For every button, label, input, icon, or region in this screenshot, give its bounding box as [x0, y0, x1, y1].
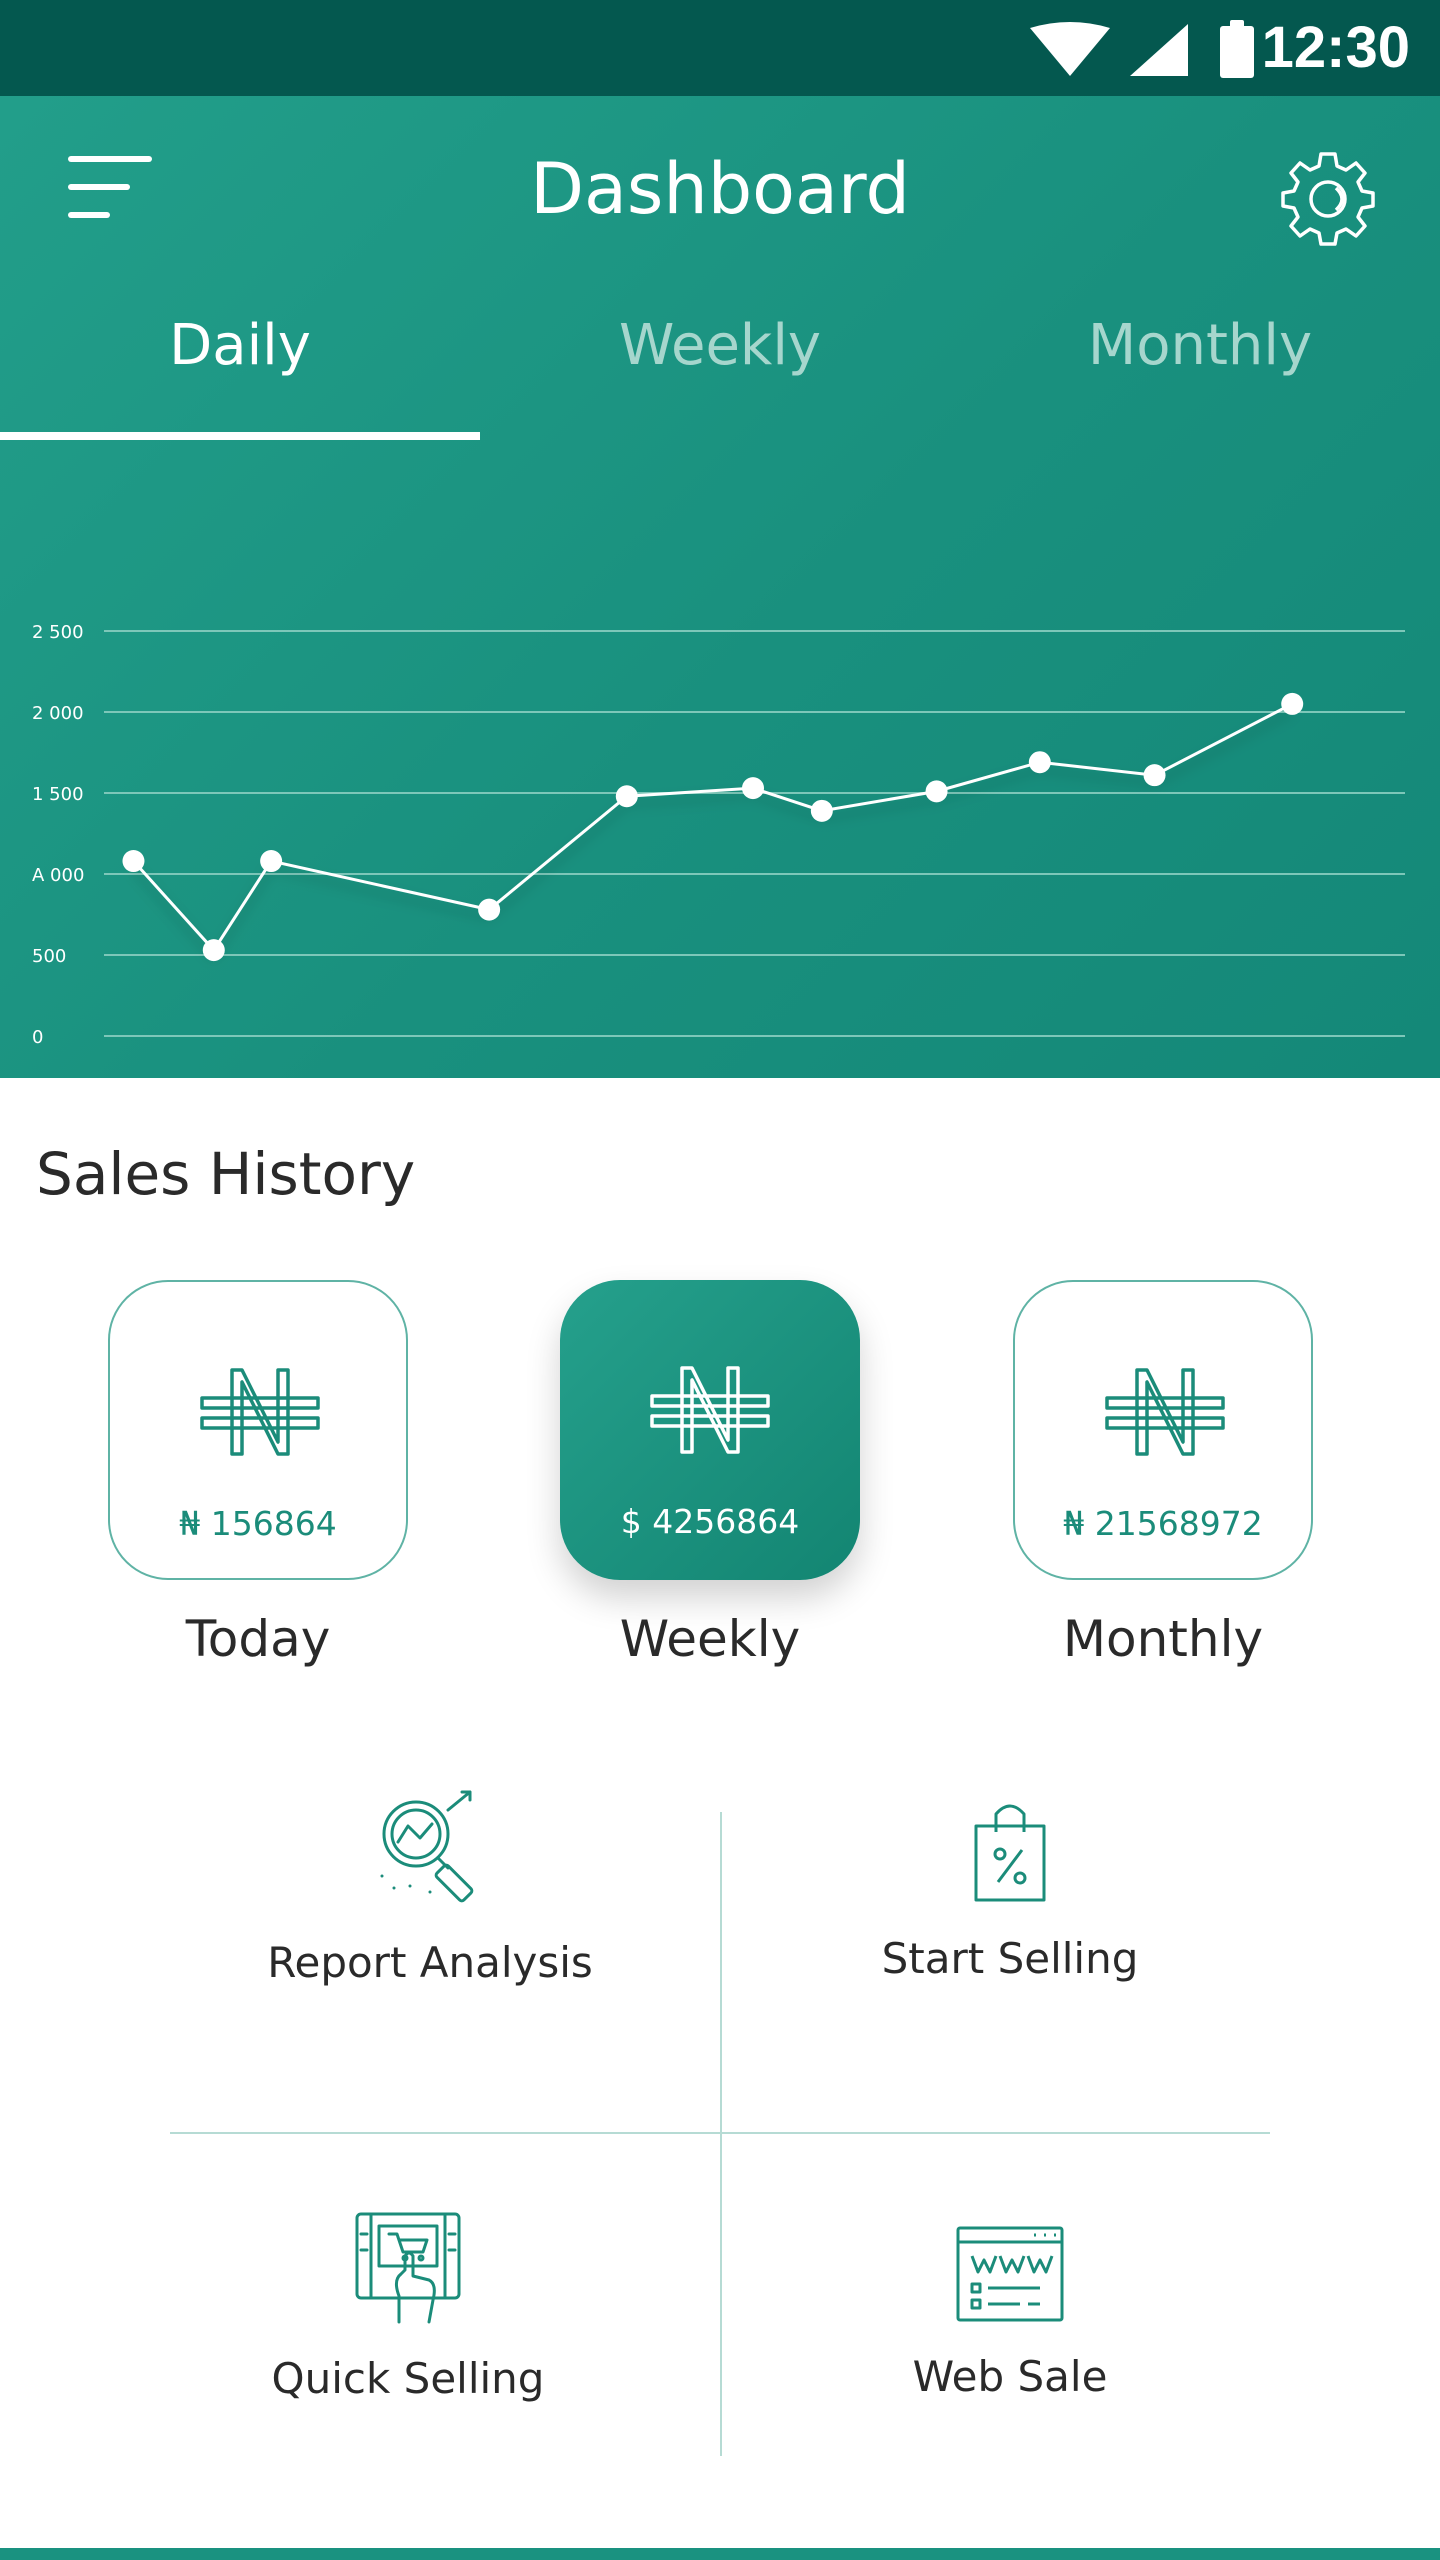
chart-x-tick-label: Jun [677, 1080, 712, 1104]
sales-card-today[interactable]: ₦ 156864 [108, 1280, 408, 1580]
tab-monthly[interactable]: Monthly [960, 296, 1440, 440]
report-analysis-button[interactable]: Report Analysis [230, 1790, 630, 1987]
chart-data-point[interactable] [925, 780, 948, 803]
web-browser-icon [956, 2226, 1064, 2322]
chart-y-tick-label: A 000 [32, 865, 84, 886]
chart-y-tick-label: 500 [32, 946, 66, 967]
sales-line-chart: 0 500 A 000 1 500 2 000 2 500 Jan Feb Mar Apr May J… [32, 622, 1405, 1104]
status-icons [1030, 20, 1254, 78]
chart-y-tick-label: 0 [32, 1027, 43, 1048]
period-tabs: Daily Weekly Monthly [0, 296, 1440, 440]
tab-indicator [0, 432, 480, 440]
sales-amount: ₦ 156864 [179, 1504, 337, 1543]
tab-weekly[interactable]: Weekly [480, 296, 960, 440]
chart-y-tick-label: 2 000 [32, 703, 84, 724]
tab-daily[interactable]: Daily [0, 296, 480, 440]
chart-x-tick-label: Jul [796, 1080, 823, 1104]
section-title: Sales History [36, 1140, 416, 1208]
grid-divider-horizontal [170, 2132, 1270, 2134]
gear-icon[interactable] [1278, 146, 1378, 246]
chart-x-tick-label: Oct [1136, 1080, 1172, 1104]
chart-x-tick-label: Jan [104, 1080, 138, 1104]
bottom-bar [0, 2548, 1440, 2560]
chart-data-point[interactable] [810, 799, 833, 822]
chart-x-tick-label: Dec [1364, 1080, 1405, 1104]
chart-data-point[interactable] [1143, 764, 1166, 787]
page-title: Dashboard [530, 148, 910, 230]
action-label: Quick Selling [271, 2354, 545, 2403]
grid-divider-vertical [720, 1812, 722, 2456]
chart-data-point[interactable] [615, 785, 638, 808]
chart-x-tick-label: Feb [218, 1080, 255, 1104]
action-label: Start Selling [881, 1934, 1139, 1983]
sales-amount: $ 4256864 [620, 1502, 800, 1541]
chart-x-tick-label: Apr [448, 1080, 485, 1104]
chart-data-point[interactable] [260, 850, 283, 873]
tab-label: Weekly [618, 313, 822, 378]
chart-y-tick-label: 2 500 [32, 622, 84, 643]
web-sale-button[interactable]: Web Sale [810, 2224, 1210, 2401]
chart-data-point[interactable] [202, 939, 225, 962]
tab-label: Daily [169, 313, 311, 378]
sales-card-monthly[interactable]: ₦ 21568972 [1013, 1280, 1313, 1580]
battery-icon [1220, 20, 1254, 78]
chart-x-tick-label: Nov [1249, 1080, 1290, 1104]
signal-icon [1130, 24, 1188, 76]
chart-data-point[interactable] [122, 850, 145, 873]
quick-selling-button[interactable]: Quick Selling [208, 2210, 608, 2403]
chart-x-tick-label: Aug [905, 1080, 946, 1104]
naira-icon [200, 1368, 320, 1456]
chart-x-tick-label: Mar [332, 1080, 372, 1104]
touch-cart-icon [355, 2212, 461, 2324]
chart-data-point[interactable] [1281, 692, 1304, 715]
chart-data-point[interactable] [742, 777, 764, 800]
header: Dashboard Daily Weekly Monthly 0 500 A 000… [0, 96, 1440, 1104]
sales-card-label: Monthly [1062, 1610, 1264, 1668]
naira-icon [1105, 1368, 1225, 1456]
chart-x-tick-label: May [559, 1080, 602, 1104]
chart-y-tick-label: 1 500 [32, 784, 84, 805]
status-bar: 12:30 [0, 0, 1440, 96]
tab-label: Monthly [1087, 313, 1313, 378]
shopping-bag-percent-icon [974, 1804, 1046, 1902]
chart-data-point[interactable] [478, 898, 501, 921]
report-analysis-icon [380, 1790, 474, 1903]
sales-amount: ₦ 21568972 [1063, 1504, 1263, 1543]
chart-data-point[interactable] [1028, 751, 1051, 774]
chart-series-line [132, 702, 1293, 953]
start-selling-button[interactable]: Start Selling [810, 1796, 1210, 1983]
wifi-icon [1030, 22, 1110, 76]
sales-card-label: Today [185, 1610, 331, 1668]
chart-x-tick-label: Sep [1020, 1080, 1060, 1104]
action-label: Web Sale [912, 2352, 1108, 2401]
sales-card-weekly[interactable]: $ 4256864 [560, 1280, 860, 1580]
status-time: 12:30 [1261, 15, 1410, 80]
action-label: Report Analysis [267, 1938, 593, 1987]
sales-card-label: Weekly [619, 1610, 801, 1668]
naira-icon [650, 1366, 770, 1454]
